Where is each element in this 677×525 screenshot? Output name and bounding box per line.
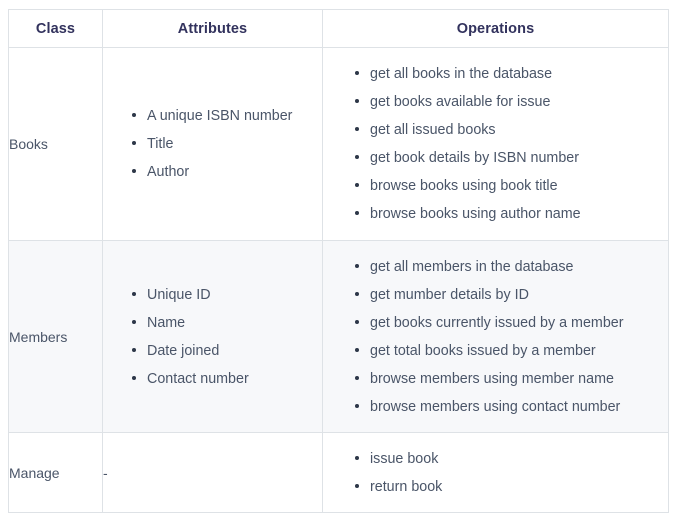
bullet-icon (355, 319, 359, 324)
bullet-icon (132, 291, 136, 296)
cell-operations-members: get all members in the database get mumb… (322, 240, 669, 433)
table-header-row: Class Attributes Operations (8, 9, 669, 48)
column-header-operations: Operations (322, 9, 669, 48)
operations-list-members: get all members in the database get mumb… (355, 253, 668, 421)
cell-class-members: Members (8, 240, 103, 433)
list-item-label: Unique ID (147, 286, 211, 303)
column-header-attributes: Attributes (102, 9, 323, 48)
list-item-label: get all members in the database (370, 258, 574, 275)
list-item-label: browse books using book title (370, 178, 558, 194)
list-item: get book details by ISBN number (355, 144, 668, 172)
attributes-list-books: A unique ISBN number Title Author (132, 102, 322, 186)
cell-operations-manage: issue book return book (322, 432, 669, 513)
list-item-label: issue book (370, 450, 439, 467)
list-item: Author (132, 158, 322, 186)
list-item-label: return book (370, 478, 443, 495)
list-item: get all books in the database (355, 60, 668, 88)
list-item-label: Author (147, 164, 190, 180)
list-item: Title (132, 130, 322, 158)
bullet-icon (355, 183, 359, 187)
list-item: issue book (355, 445, 668, 473)
list-item-label: get book details by ISBN number (370, 150, 580, 166)
class-attributes-operations-table: Class Attributes Operations Books A uniq… (8, 9, 669, 513)
list-item-label: Title (147, 136, 174, 152)
list-item-label: Date joined (147, 342, 220, 359)
bullet-icon (132, 319, 136, 324)
cell-attributes-manage: - (102, 432, 323, 513)
list-item: browse members using contact number (355, 393, 668, 421)
list-item: browse members using member name (355, 365, 668, 393)
list-item: get total books issued by a member (355, 337, 668, 365)
list-item: get all issued books (355, 116, 668, 144)
page-root: Class Attributes Operations Books A uniq… (0, 0, 677, 525)
list-item-label: browse books using author name (370, 206, 581, 222)
cell-class-manage: Manage (8, 432, 103, 513)
bullet-icon (355, 155, 359, 159)
table-header: Class Attributes Operations (8, 9, 669, 48)
list-item: Contact number (132, 365, 322, 393)
list-item: Date joined (132, 337, 322, 365)
bullet-icon (355, 483, 359, 488)
table-row: Members Unique ID Name Date joined Conta… (8, 240, 669, 433)
list-item: browse books using book title (355, 172, 668, 200)
bullet-icon (132, 375, 136, 380)
list-item: get mumber details by ID (355, 281, 668, 309)
bullet-icon (132, 347, 136, 352)
table-body: Books A unique ISBN number Title Author … (8, 47, 669, 513)
operations-list-manage: issue book return book (355, 445, 668, 501)
list-item: browse books using author name (355, 200, 668, 228)
bullet-icon (355, 375, 359, 380)
list-item-label: get total books issued by a member (370, 342, 596, 359)
list-item-label: browse members using contact number (370, 398, 621, 415)
cell-attributes-books: A unique ISBN number Title Author (102, 47, 323, 241)
list-item-label: A unique ISBN number (147, 108, 293, 124)
bullet-icon (355, 71, 359, 75)
cell-operations-books: get all books in the database get books … (322, 47, 669, 241)
list-item-label: Name (147, 314, 186, 331)
list-item-label: get books currently issued by a member (370, 314, 624, 331)
bullet-icon (355, 347, 359, 352)
cell-class-books: Books (8, 47, 103, 241)
bullet-icon (355, 403, 359, 408)
table-row: Manage - issue book return book (8, 432, 669, 513)
bullet-icon (132, 141, 136, 145)
bullet-icon (132, 113, 136, 117)
list-item-label: get all issued books (370, 122, 496, 138)
list-item: return book (355, 473, 668, 501)
bullet-icon (355, 291, 359, 296)
bullet-icon (355, 127, 359, 131)
column-header-class: Class (8, 9, 103, 48)
list-item-label: browse members using member name (370, 370, 614, 387)
bullet-icon (132, 169, 136, 173)
table-row: Books A unique ISBN number Title Author … (8, 47, 669, 241)
bullet-icon (355, 99, 359, 103)
operations-list-books: get all books in the database get books … (355, 60, 668, 228)
list-item-label: get all books in the database (370, 66, 553, 82)
list-item: Name (132, 309, 322, 337)
list-item: get books currently issued by a member (355, 309, 668, 337)
list-item-label: get books available for issue (370, 94, 551, 110)
list-item-label: Contact number (147, 370, 249, 387)
list-item: Unique ID (132, 281, 322, 309)
list-item: A unique ISBN number (132, 102, 322, 130)
bullet-icon (355, 211, 359, 215)
bullet-icon (355, 455, 359, 460)
list-item: get books available for issue (355, 88, 668, 116)
bullet-icon (355, 263, 359, 268)
list-item-label: get mumber details by ID (370, 286, 529, 303)
cell-attributes-members: Unique ID Name Date joined Contact numbe… (102, 240, 323, 433)
attributes-list-members: Unique ID Name Date joined Contact numbe… (132, 281, 322, 393)
list-item: get all members in the database (355, 253, 668, 281)
